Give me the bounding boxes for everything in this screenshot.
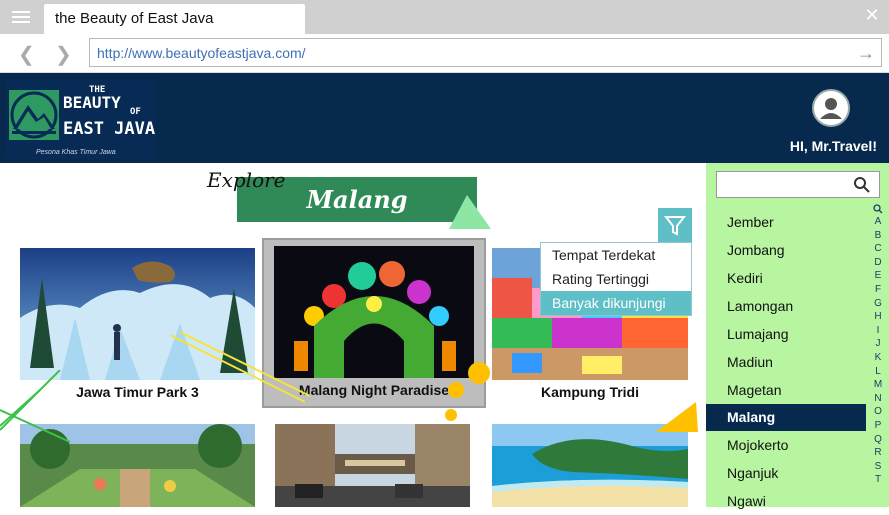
browser-nav-bar: ❮ ❯ → bbox=[0, 34, 889, 73]
go-arrow-icon[interactable]: → bbox=[857, 43, 875, 64]
city-item[interactable]: Jombang bbox=[706, 236, 866, 264]
forward-arrow-icon[interactable]: ❯ bbox=[55, 42, 72, 67]
city-list: Jember Jombang Kediri Lamongan Lumajang … bbox=[706, 208, 866, 515]
logo-east-java: EAST JAVA bbox=[63, 119, 156, 139]
city-search[interactable] bbox=[716, 171, 880, 198]
city-item[interactable]: Lumajang bbox=[706, 320, 866, 348]
alphabet-letter[interactable]: P bbox=[871, 419, 885, 433]
logo-of: OF bbox=[130, 107, 141, 117]
back-arrow-icon[interactable]: ❮ bbox=[18, 42, 35, 67]
city-item[interactable]: Nganjuk bbox=[706, 459, 866, 487]
city-sidebar: Jember Jombang Kediri Lamongan Lumajang … bbox=[706, 163, 889, 509]
user-avatar[interactable] bbox=[812, 89, 850, 127]
city-item[interactable]: Kediri bbox=[706, 264, 866, 292]
logo-beauty: BEAUTY bbox=[63, 93, 121, 112]
filter-option-nearest[interactable]: Tempat Terdekat bbox=[541, 243, 691, 267]
alphabet-letter[interactable]: O bbox=[871, 405, 885, 419]
filter-dropdown: Tempat Terdekat Rating Tertinggi Banyak … bbox=[540, 242, 692, 316]
city-item[interactable]: Madiun bbox=[706, 348, 866, 376]
menu-icon[interactable] bbox=[10, 8, 32, 26]
logo-tagline: Pesona Khas Timur Jawa bbox=[36, 149, 116, 156]
explore-label: Explore bbox=[207, 168, 286, 192]
funnel-icon bbox=[663, 216, 687, 236]
alphabet-letter[interactable]: C bbox=[871, 242, 885, 256]
tab-title: the Beauty of East Java bbox=[55, 10, 214, 27]
search-icon[interactable] bbox=[853, 176, 871, 194]
alphabet-letter[interactable]: A bbox=[871, 215, 885, 229]
close-icon[interactable]: ✕ bbox=[863, 6, 881, 24]
alphabet-letter[interactable]: S bbox=[871, 460, 885, 474]
yellow-dots-decoration bbox=[445, 362, 490, 421]
city-item-selected[interactable]: Malang bbox=[706, 404, 866, 431]
alphabet-letter[interactable]: L bbox=[871, 365, 885, 379]
beach-photo bbox=[492, 424, 688, 507]
alphabet-letter[interactable]: F bbox=[871, 283, 885, 297]
green-triangle-decoration bbox=[449, 195, 491, 229]
alphabet-search-icon[interactable] bbox=[871, 204, 885, 214]
alphabet-letter[interactable]: T bbox=[871, 473, 885, 487]
alphabet-index: A B C D E F G H I J K L M N O P Q R S T bbox=[871, 204, 885, 487]
site-logo[interactable]: THE BEAUTY OF EAST JAVA Pesona Khas Timu… bbox=[6, 79, 156, 159]
alphabet-letter[interactable]: I bbox=[871, 324, 885, 338]
yellow-lines-decoration bbox=[170, 331, 310, 403]
alphabet-letter[interactable]: M bbox=[871, 378, 885, 392]
browser-tab-bar: the Beauty of East Java ✕ bbox=[0, 0, 889, 34]
alphabet-letter[interactable]: B bbox=[871, 229, 885, 243]
mountain-logo-icon bbox=[9, 90, 59, 140]
alphabet-letter[interactable]: R bbox=[871, 446, 885, 460]
url-input[interactable] bbox=[90, 39, 830, 66]
city-search-input[interactable] bbox=[717, 172, 847, 197]
alphabet-letter[interactable]: E bbox=[871, 269, 885, 283]
destination-card[interactable] bbox=[492, 424, 727, 507]
alphabet-letter[interactable]: Q bbox=[871, 433, 885, 447]
city-item[interactable]: Magetan bbox=[706, 376, 866, 404]
destination-card[interactable] bbox=[275, 424, 510, 507]
city-item[interactable]: Ngawi bbox=[706, 487, 866, 515]
alphabet-letter[interactable]: D bbox=[871, 256, 885, 270]
user-icon bbox=[820, 98, 842, 119]
filter-button[interactable] bbox=[658, 208, 692, 242]
alphabet-letter[interactable]: H bbox=[871, 310, 885, 324]
filter-option-most-visited[interactable]: Banyak dikunjungi bbox=[541, 291, 691, 315]
browser-tab[interactable]: the Beauty of East Java bbox=[44, 4, 305, 34]
street-photo bbox=[275, 424, 470, 507]
yellow-triangle-decoration bbox=[656, 402, 698, 432]
alphabet-letter[interactable]: K bbox=[871, 351, 885, 365]
green-lines-decoration bbox=[0, 370, 71, 443]
city-item[interactable]: Lamongan bbox=[706, 292, 866, 320]
filter-option-top-rated[interactable]: Rating Tertinggi bbox=[541, 267, 691, 291]
card-caption: Kampung Tridi bbox=[541, 384, 639, 400]
alphabet-letter[interactable]: J bbox=[871, 337, 885, 351]
city-item[interactable]: Mojokerto bbox=[706, 431, 866, 459]
alphabet-letter[interactable]: G bbox=[871, 297, 885, 311]
city-item[interactable]: Jember bbox=[706, 208, 866, 236]
alphabet-letter[interactable]: N bbox=[871, 392, 885, 406]
address-bar[interactable]: → bbox=[89, 38, 882, 67]
user-greeting: HI, Mr.Travel! bbox=[789, 138, 877, 154]
